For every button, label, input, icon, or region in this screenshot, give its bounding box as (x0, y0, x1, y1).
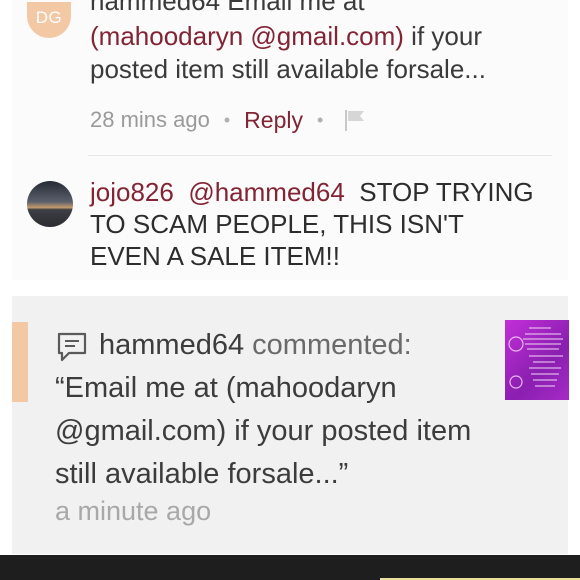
comment-mention[interactable]: (mahoodaryn @gmail.com) (90, 21, 404, 51)
separator-dot: • (223, 109, 231, 130)
comment-text: (mahoodaryn @gmail.com) if your posted i… (90, 20, 550, 86)
separator-dot: • (316, 109, 324, 130)
reply-button[interactable]: Reply (244, 107, 303, 134)
reply-username[interactable]: jojo826 (90, 177, 174, 207)
flag-icon[interactable] (343, 108, 369, 132)
reply-mention[interactable]: @hammed64 (188, 177, 344, 207)
notification-action: commented: (252, 329, 412, 361)
listing-thumbnail[interactable] (505, 320, 569, 400)
avatar-initials: DG (35, 8, 63, 27)
comment-time: 28 mins ago (90, 107, 210, 132)
notification-text: hammed64 commented: “Email me at (mahood… (55, 324, 495, 496)
notification-user[interactable]: hammed64 (99, 329, 244, 361)
notification-quote: “Email me at (mahoodaryn @gmail.com) if … (55, 372, 472, 490)
bottom-bar (0, 555, 580, 580)
comment-cut-line: hammed64 Email me at (90, 0, 365, 16)
reply-text: jojo826 @hammed64 STOP TRYING TO SCAM PE… (90, 176, 540, 272)
avatar[interactable] (27, 181, 73, 227)
divider (88, 155, 552, 156)
avatar (12, 322, 28, 402)
comment-meta: 28 mins ago • Reply • (90, 100, 369, 140)
notification-time: a minute ago (55, 496, 212, 526)
